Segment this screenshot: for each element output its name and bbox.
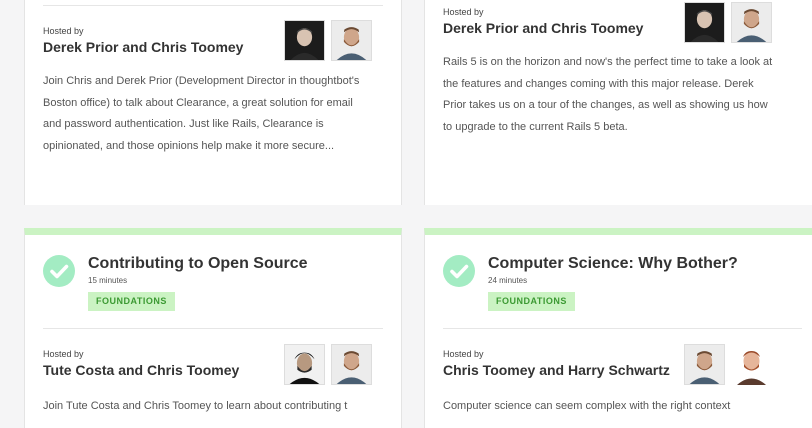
course-title[interactable]: Computer Science: Why Bother?	[488, 255, 738, 273]
hosted-by-label: Hosted by	[43, 349, 84, 359]
course-description: Rails 5 is on the horizon and now's the …	[443, 56, 773, 133]
category-badge[interactable]: FOUNDATIONS	[88, 292, 175, 311]
hosted-by-label: Hosted by	[443, 7, 484, 17]
hosted-by-label: Hosted by	[43, 26, 84, 36]
check-circle-icon	[443, 255, 475, 287]
hosts-name: Derek Prior and Chris Toomey	[43, 39, 244, 55]
host-avatar-derek	[284, 20, 325, 61]
course-description: Join Tute Costa and Chris Toomey to lear…	[43, 400, 348, 412]
course-duration: 15 minutes	[88, 276, 128, 285]
host-avatar-chris	[684, 344, 725, 385]
card-divider	[443, 328, 802, 329]
host-avatar-chris	[731, 2, 772, 43]
course-description: Join Chris and Derek Prior (Development …	[43, 75, 360, 152]
hosts-name: Derek Prior and Chris Toomey	[443, 20, 644, 36]
host-avatar-chris	[331, 20, 372, 61]
course-card-rails5[interactable]: Hosted by Derek Prior and Chris Toomey R…	[424, 0, 812, 205]
course-card-open-source[interactable]: Contributing to Open Source 15 minutes F…	[24, 228, 402, 428]
course-card-clearance[interactable]: Hosted by Derek Prior and Chris Toomey J…	[24, 0, 402, 205]
hosts-name: Tute Costa and Chris Toomey	[43, 362, 240, 378]
course-title[interactable]: Contributing to Open Source	[88, 255, 308, 273]
category-badge[interactable]: FOUNDATIONS	[488, 292, 575, 311]
hosted-by-label: Hosted by	[443, 349, 484, 359]
hosts-name: Chris Toomey and Harry Schwartz	[443, 362, 670, 378]
course-description: Computer science can seem complex with t…	[443, 400, 731, 412]
card-divider	[43, 5, 383, 6]
host-avatar-derek	[684, 2, 725, 43]
course-card-computer-science[interactable]: Computer Science: Why Bother? 24 minutes…	[424, 228, 812, 428]
host-avatar-harry	[731, 344, 772, 385]
course-duration: 24 minutes	[488, 276, 528, 285]
host-avatar-tute	[284, 344, 325, 385]
host-avatar-chris	[331, 344, 372, 385]
check-circle-icon	[43, 255, 75, 287]
card-divider	[43, 328, 383, 329]
